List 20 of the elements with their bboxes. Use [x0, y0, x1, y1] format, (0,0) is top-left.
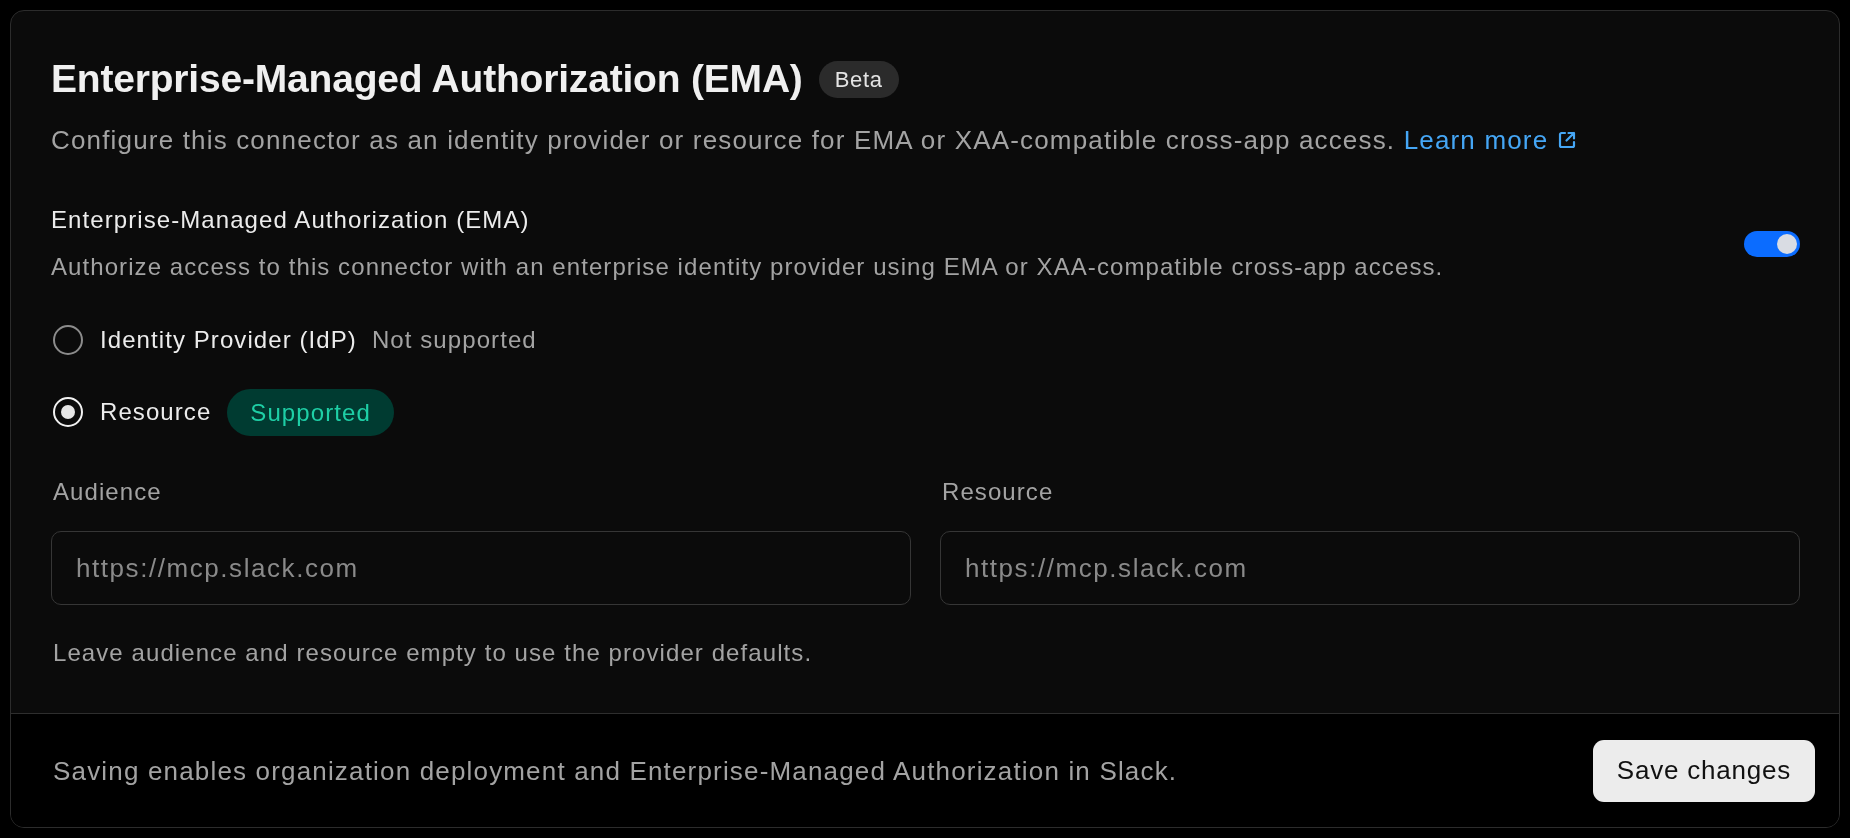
beta-badge: Beta: [818, 60, 899, 98]
section-title: Enterprise-Managed Authorization (EMA): [51, 56, 803, 102]
radio-button[interactable]: [53, 325, 83, 355]
description-text: Configure this connector as an identity provider or resource for EMA or XAA-compatible cross-app access. Learn more: [51, 124, 1800, 156]
field-label: Resource: [942, 477, 1055, 507]
setting-label: Enterprise-Managed Authorization (EMA): [51, 205, 531, 235]
learn-more-link[interactable]: Learn more: [1403, 125, 1578, 155]
toggle-switch[interactable]: [1744, 230, 1800, 257]
option-label[interactable]: Resource: [100, 396, 212, 428]
option-label[interactable]: Identity Provider (IdP): [100, 324, 357, 356]
setting-description: Authorize access to this connector with an enterprise identity provider using EMA or XAA-compatible cross-app access.: [51, 252, 1444, 282]
input-field[interactable]: https://mcp.slack.com: [51, 531, 911, 605]
external-link-icon: [1557, 130, 1578, 150]
field-label: Audience: [53, 477, 163, 507]
input-field[interactable]: https://mcp.slack.com: [940, 531, 1800, 605]
footer-note: Saving enables organization deployment and Enterprise-Managed Authorization in Slack.: [53, 754, 1178, 787]
help-text: Leave audience and resource empty to use the provider defaults.: [53, 638, 814, 668]
status-text: Not supported: [371, 325, 537, 355]
status-badge: Supported: [227, 388, 394, 436]
save-button[interactable]: Save changes: [1592, 739, 1815, 802]
